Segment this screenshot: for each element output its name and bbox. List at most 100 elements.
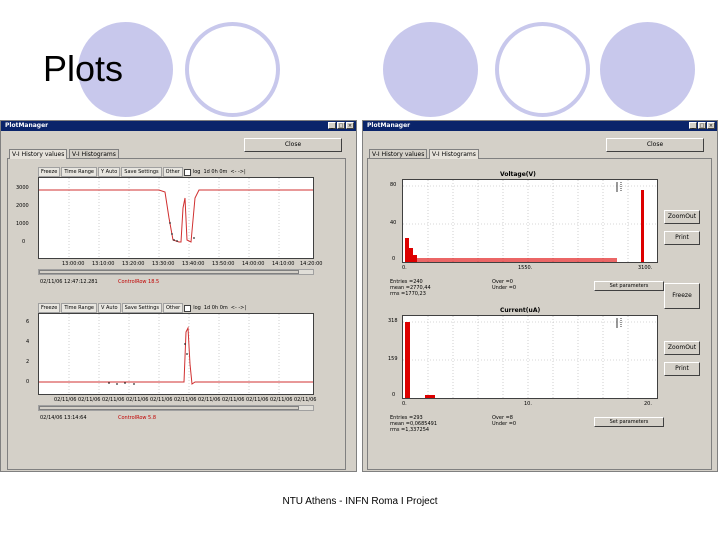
log-label: log (192, 169, 201, 175)
decor-circle-4 (495, 22, 590, 117)
window-titlebar: PlotManager _ □ × (363, 121, 717, 131)
x-tick: 0. (402, 401, 407, 407)
x-tick: 02/11/06 (222, 397, 245, 403)
log-checkbox[interactable] (184, 304, 192, 312)
nav-arrows[interactable]: <- ->| (230, 305, 247, 311)
current-history-plot (38, 313, 314, 395)
x-tick: 20. (644, 401, 652, 407)
save-settings-button[interactable]: Save Settings (121, 167, 162, 177)
x-tick: 14:10:00 (272, 261, 295, 267)
zoom-out-button[interactable]: ZoomOut (664, 341, 700, 355)
y-tick: 80 (390, 182, 397, 188)
current-histogram (402, 315, 658, 399)
window-close-button[interactable]: × (707, 122, 715, 129)
nav-arrows[interactable]: <- ->| (229, 169, 246, 175)
log-label: log (193, 305, 201, 311)
voltage-histogram-svg (403, 180, 657, 262)
y-tick: 0 (392, 392, 396, 398)
x-tick: 02/11/06 (54, 397, 77, 403)
stat-rms: rms =1770,23 (390, 291, 426, 297)
decor-circle-3 (383, 22, 478, 117)
plot1-scrollbar[interactable] (38, 269, 314, 275)
x-tick: 02/11/06 (150, 397, 173, 403)
x-tick: 02/11/06 (102, 397, 125, 403)
x-tick: 02/11/06 (174, 397, 197, 403)
tab-histograms[interactable]: V-I Histograms (429, 149, 479, 159)
time-range-button[interactable]: Time Range (61, 303, 97, 313)
stat-under: Under =0 (492, 285, 517, 291)
plot2-status-date: 02/14/06 13:14:64 (40, 415, 87, 421)
x-tick: 02/11/06 (246, 397, 269, 403)
y-tick: 2000 (16, 203, 29, 209)
voltage-stats: Entries =240 mean =2770,44 rms =1770,23 (390, 279, 431, 297)
plot2-status-channel: ControlRow 5.8 (118, 415, 157, 421)
x-tick: 14:20:00 (300, 261, 323, 267)
plot1-toolbar: Freeze Time Range Y Auto Save Settings O… (38, 167, 247, 177)
set-parameters-button[interactable]: Set parameters (594, 417, 664, 427)
x-tick: 13:50:00 (212, 261, 235, 267)
close-button[interactable]: Close (244, 138, 342, 152)
decor-circle-2 (185, 22, 280, 117)
minimize-button[interactable]: _ (689, 122, 697, 129)
minimize-button[interactable]: _ (328, 122, 336, 129)
x-tick: 13:00:00 (62, 261, 85, 267)
y-tick: 6 (26, 319, 30, 325)
history-pane: Freeze Time Range Y Auto Save Settings O… (7, 158, 346, 470)
freeze-button[interactable]: Freeze (38, 303, 61, 313)
tab-history-values[interactable]: V-I History values (9, 149, 68, 159)
window-close-button[interactable]: × (346, 122, 354, 129)
range-value: 1d 0h 0m (203, 305, 228, 311)
zoom-out-button[interactable]: ZoomOut (664, 210, 700, 224)
plot2-scrollbar[interactable] (38, 405, 314, 411)
range-value: 1d 0h 0m (203, 169, 228, 175)
stat-under: Under =0 (492, 421, 517, 427)
other-button[interactable]: Other (162, 167, 183, 177)
v-auto-button[interactable]: V Auto (98, 303, 121, 313)
window-title: PlotManager (5, 122, 49, 129)
decor-circle-5 (600, 22, 695, 117)
voltage-histogram (402, 179, 658, 263)
y-auto-button[interactable]: Y Auto (98, 167, 121, 177)
other-button[interactable]: Other (163, 303, 184, 313)
close-button[interactable]: Close (606, 138, 704, 152)
y-tick: 40 (390, 220, 397, 226)
x-tick: 13:10:00 (92, 261, 115, 267)
y-tick: 2 (26, 359, 30, 365)
freeze-button[interactable]: Freeze (664, 283, 700, 309)
print-button[interactable]: Print (664, 362, 700, 376)
x-tick: 13:40:00 (182, 261, 205, 267)
x-tick: 0. (402, 265, 407, 271)
maximize-button[interactable]: □ (337, 122, 345, 129)
current-hist-title: Current(uA) (500, 307, 541, 314)
y-tick: 1000 (16, 221, 29, 227)
x-tick: 02/11/06 (126, 397, 149, 403)
current-over-under: Over =8 Under =0 (492, 415, 516, 427)
voltage-history-plot (38, 177, 314, 259)
plot1-status-channel: ControlRow 18.5 (118, 279, 160, 285)
plot-manager-window-left: PlotManager _ □ × Close V-I History valu… (0, 120, 357, 472)
print-button[interactable]: Print (664, 231, 700, 245)
x-tick: 13:20:00 (122, 261, 145, 267)
x-tick: 14:00:00 (242, 261, 265, 267)
log-checkbox[interactable] (183, 168, 191, 176)
y-tick: 0 (26, 379, 30, 385)
slide-footer: NTU Athens - INFN Roma I Project (282, 496, 438, 507)
freeze-button[interactable]: Freeze (38, 167, 61, 177)
y-tick: 3000 (16, 185, 29, 191)
save-settings-button[interactable]: Save Settings (121, 303, 162, 313)
x-tick: 02/11/06 (294, 397, 317, 403)
current-stats: Entries =293 mean =0,0685491 rms =1,3372… (390, 415, 437, 433)
slide-title: Plots (43, 48, 124, 89)
plot1-status-date: 02/11/06 12:47:12.281 (40, 279, 98, 285)
x-tick: 02/11/06 (270, 397, 293, 403)
time-range-button[interactable]: Time Range (61, 167, 97, 177)
window-titlebar: PlotManager _ □ × (1, 121, 356, 131)
x-tick: 3100. (638, 265, 653, 271)
y-tick: 318 (388, 318, 398, 324)
current-history-svg (39, 314, 313, 394)
maximize-button[interactable]: □ (698, 122, 706, 129)
x-tick: 10. (524, 401, 532, 407)
set-parameters-button[interactable]: Set parameters (594, 281, 664, 291)
x-tick: 1550. (518, 265, 533, 271)
y-tick: 0 (392, 256, 396, 262)
